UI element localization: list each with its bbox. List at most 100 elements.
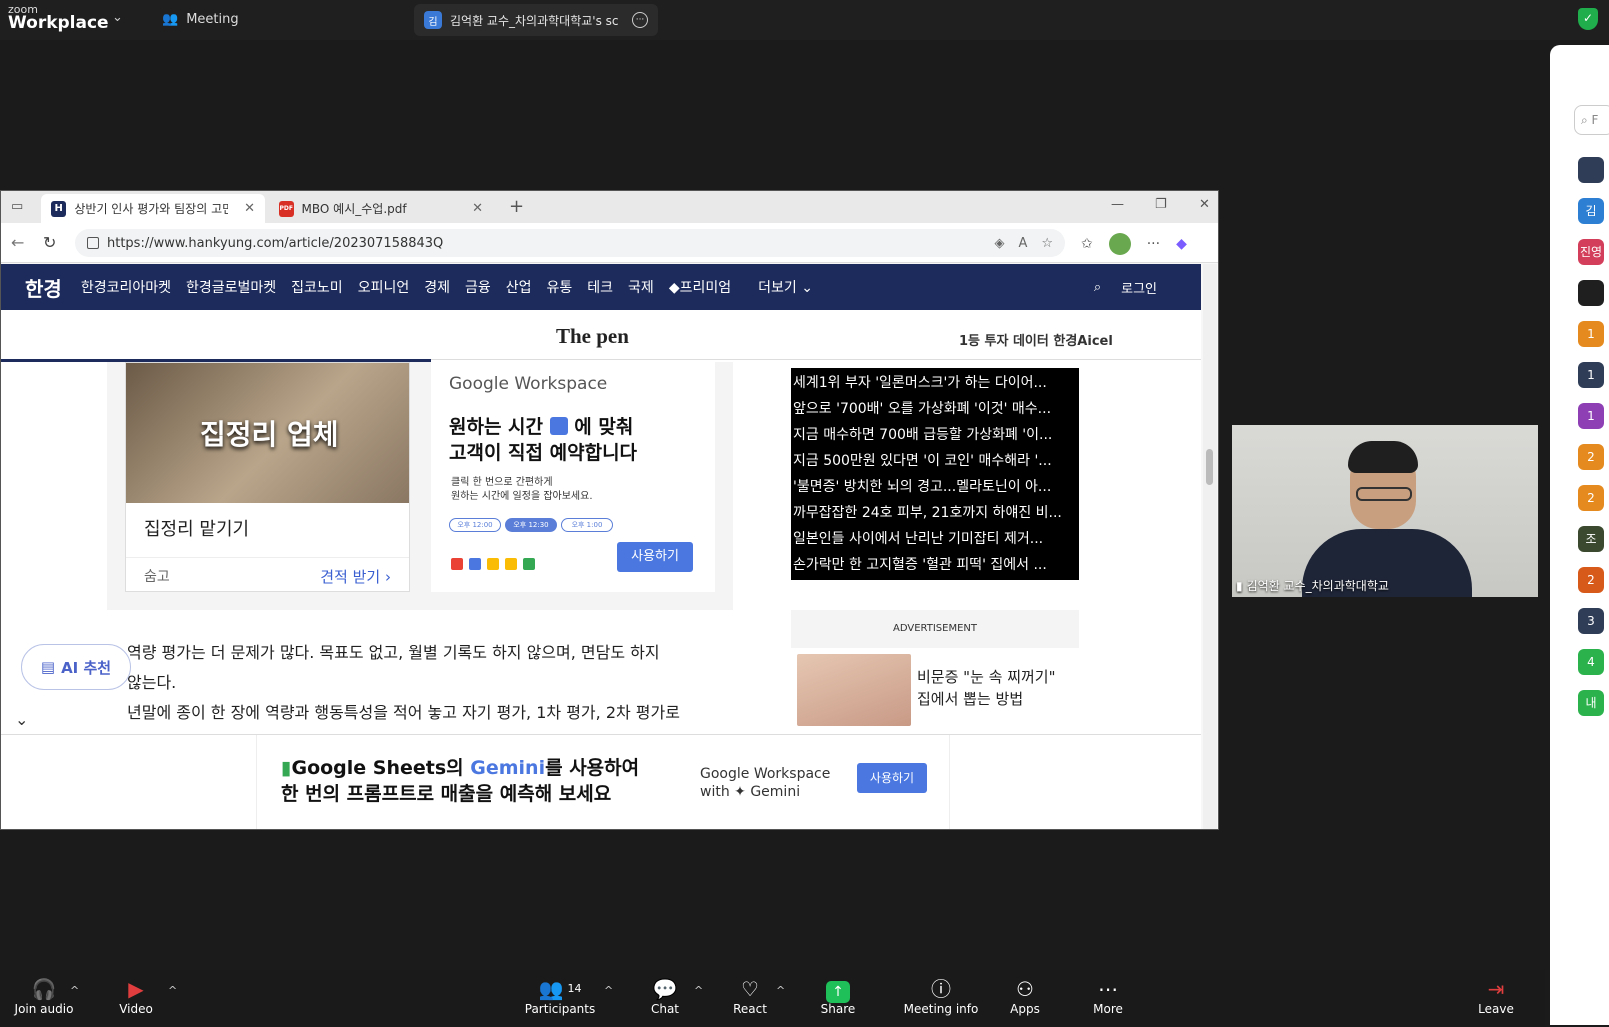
advertisement-label: ADVERTISEMENT [791, 610, 1079, 648]
chat-button[interactable]: 💬 Chat [625, 976, 705, 1016]
news-item[interactable]: 지금 매수하면 700배 급등할 가상화폐 '이... [793, 422, 1077, 448]
gemini-ad[interactable]: ▮Google Sheets의 Gemini를 사용하여 한 번의 프롬프트로 … [256, 735, 950, 829]
meeting-info-button[interactable]: ⓘ Meeting info [896, 976, 986, 1016]
participant-badge[interactable]: 내 [1578, 690, 1604, 716]
search-icon[interactable]: ⌕ [1094, 280, 1101, 295]
participants-icon: 👥 14 [538, 977, 582, 1001]
participant-badge[interactable] [1578, 280, 1604, 306]
participant-badge[interactable]: 김 [1578, 198, 1604, 224]
tab-label: 상반기 인사 평가와 팀장의 고민 | [74, 202, 229, 216]
chevron-down-icon[interactable]: ⌄ [112, 10, 123, 25]
participant-badge[interactable] [1578, 157, 1604, 183]
video-button[interactable]: ▶ Video [96, 976, 176, 1016]
new-tab-button[interactable]: + [509, 196, 524, 217]
nav-item[interactable]: 국제 [628, 277, 654, 297]
close-tab-icon[interactable]: ✕ [472, 201, 483, 216]
participant-video[interactable]: ▮ 김억환 교수_차의과학대학교 [1232, 425, 1538, 597]
profile-avatar[interactable] [1108, 233, 1131, 255]
nav-item[interactable]: 테크 [587, 277, 613, 297]
news-item[interactable]: 지금 500만원 있다면 '이 코인' 매수해라 '... [793, 448, 1077, 474]
video-options-caret-icon[interactable]: ^ [168, 984, 177, 997]
favorites-icon[interactable]: ✩ [1081, 236, 1093, 252]
nav-item[interactable]: 유통 [547, 277, 573, 297]
participant-badge[interactable]: 3 [1578, 608, 1604, 634]
nav-item[interactable]: 한경글로벌마켓 [186, 277, 276, 297]
more-label: 더보기 [758, 280, 797, 296]
nav-item[interactable]: 집코노미 [291, 277, 343, 297]
audio-options-caret-icon[interactable]: ^ [70, 984, 79, 997]
ad-moving-service[interactable]: 집정리 업체 집정리 맡기기 숨고 견적 받기 › [125, 362, 410, 592]
copilot-icon[interactable]: ◆ [1176, 236, 1187, 252]
nav-item[interactable]: 금융 [465, 277, 491, 297]
chat-caret-icon[interactable]: ^ [694, 984, 703, 997]
news-item[interactable]: 손가락만 한 고지혈증 '혈관 피떡' 집에서 ... [793, 552, 1077, 578]
ai-recommend-button[interactable]: ▤ AI 추천 [21, 644, 131, 690]
news-item[interactable]: 세계1위 부자 '일론머스크'가 하는 다이어... [793, 370, 1077, 396]
participant-badge[interactable]: 4 [1578, 649, 1604, 675]
news-item[interactable]: 까무잡잡한 24호 피부, 21호까지 하얘진 비... [793, 500, 1077, 526]
participants-button[interactable]: 👥 14 Participants [515, 976, 605, 1016]
login-link[interactable]: 로그인 [1121, 278, 1157, 297]
tab-actions-icon[interactable]: ▭ [11, 199, 23, 214]
chevron-down-icon: ⌄ [801, 280, 813, 296]
nav-item[interactable]: 오피니언 [358, 277, 410, 297]
leave-icon: ⇥ [1487, 977, 1505, 1001]
participant-badge[interactable]: 2 [1578, 444, 1604, 470]
participant-badge[interactable]: 2 [1578, 485, 1604, 511]
back-icon[interactable]: ← [11, 233, 24, 252]
scrollbar-thumb[interactable] [1206, 449, 1213, 485]
nav-item-more[interactable]: 더보기 ⌄ [758, 277, 813, 297]
gemini-ad-button[interactable]: 사용하기 [857, 763, 927, 793]
participants-search[interactable]: ⌕ F [1574, 105, 1609, 135]
refresh-icon[interactable]: ↻ [43, 233, 56, 252]
calendar-icon [469, 558, 481, 570]
browser-tab-hankyung[interactable]: H 상반기 인사 평가와 팀장의 고민 | ✕ [41, 194, 265, 223]
ad-google-workspace[interactable]: Google Workspace 원하는 시간 에 맞춰 고객이 직접 예약합니… [431, 362, 715, 592]
participant-badge[interactable]: 1 [1578, 362, 1604, 388]
address-bar[interactable]: https://www.hankyung.com/article/2023071… [75, 229, 1065, 257]
hankyung-logo[interactable]: 한경 [25, 273, 62, 302]
diamond-icon: ◆ [668, 280, 680, 296]
tag-icon[interactable]: ◈ [994, 236, 1004, 251]
nav-item[interactable]: 산업 [506, 277, 532, 297]
aicel-link[interactable]: 1등 투자 데이터 한경Aicel [959, 330, 1113, 349]
read-aloud-icon[interactable]: A [1018, 236, 1027, 251]
participant-badge[interactable]: 1 [1578, 321, 1604, 347]
browser-tab-pdf[interactable]: PDF MBO 예시_수업.pdf ✕ [269, 194, 493, 223]
close-window-icon[interactable]: ✕ [1199, 197, 1210, 212]
shared-screen-tab[interactable]: 김 김억환 교수_차의과학대학교's sc ··· [414, 4, 658, 36]
advert-card[interactable]: 비문증 "눈 속 찌꺼기" 집에서 뽑는 방법 [791, 648, 1079, 732]
minimize-icon[interactable]: — [1111, 197, 1124, 212]
news-item[interactable]: 앞으로 '700배' 오를 가상화폐 '이것' 매수... [793, 396, 1077, 422]
news-item[interactable]: 일본인들 사이에서 난리난 기미잡티 제거... [793, 526, 1077, 552]
favorite-star-icon[interactable]: ☆ [1041, 236, 1053, 251]
ad-cta[interactable]: 견적 받기 › [320, 566, 391, 587]
share-icon: ↑ [798, 976, 878, 1003]
participant-badge[interactable]: 진영 [1578, 239, 1604, 265]
close-tab-icon[interactable]: ✕ [244, 201, 255, 216]
react-caret-icon[interactable]: ^ [776, 984, 785, 997]
participant-badge[interactable]: 2 [1578, 567, 1604, 593]
leave-button[interactable]: ⇥ Leave [1456, 976, 1536, 1016]
ad-use-button[interactable]: 사용하기 [617, 542, 693, 572]
security-shield-icon[interactable]: ✓ [1578, 8, 1598, 30]
nav-item[interactable]: 한경코리아마켓 [81, 277, 171, 297]
menu-dots-icon[interactable]: ··· [1147, 236, 1160, 252]
ad-headline-3: 고객이 직접 예약합니다 [449, 442, 638, 464]
page-scrollbar[interactable] [1203, 264, 1217, 829]
ad-brand-2: with ✦ Gemini [700, 784, 801, 800]
apps-icon: ⚇ [1016, 977, 1034, 1001]
nav-item[interactable]: 경제 [424, 277, 450, 297]
meeting-tab[interactable]: 👥 Meeting [162, 12, 239, 27]
more-options-icon[interactable]: ··· [632, 12, 648, 28]
nav-item-premium[interactable]: ◆프리미엄 [669, 277, 731, 297]
share-button[interactable]: ↑ Share [798, 976, 878, 1016]
restore-icon[interactable]: ❐ [1155, 197, 1167, 212]
participant-badge[interactable]: 1 [1578, 403, 1604, 429]
more-button[interactable]: ⋯ More [1068, 976, 1148, 1016]
news-item[interactable]: '불면증' 방치한 뇌의 경고...멜라토닌이 아... [793, 474, 1077, 500]
apps-button[interactable]: ⚇ Apps [985, 976, 1065, 1016]
participant-badge[interactable]: 조 [1578, 526, 1604, 552]
collapse-chevron-icon[interactable]: ⌄ [15, 710, 28, 729]
participants-caret-icon[interactable]: ^ [604, 984, 613, 997]
